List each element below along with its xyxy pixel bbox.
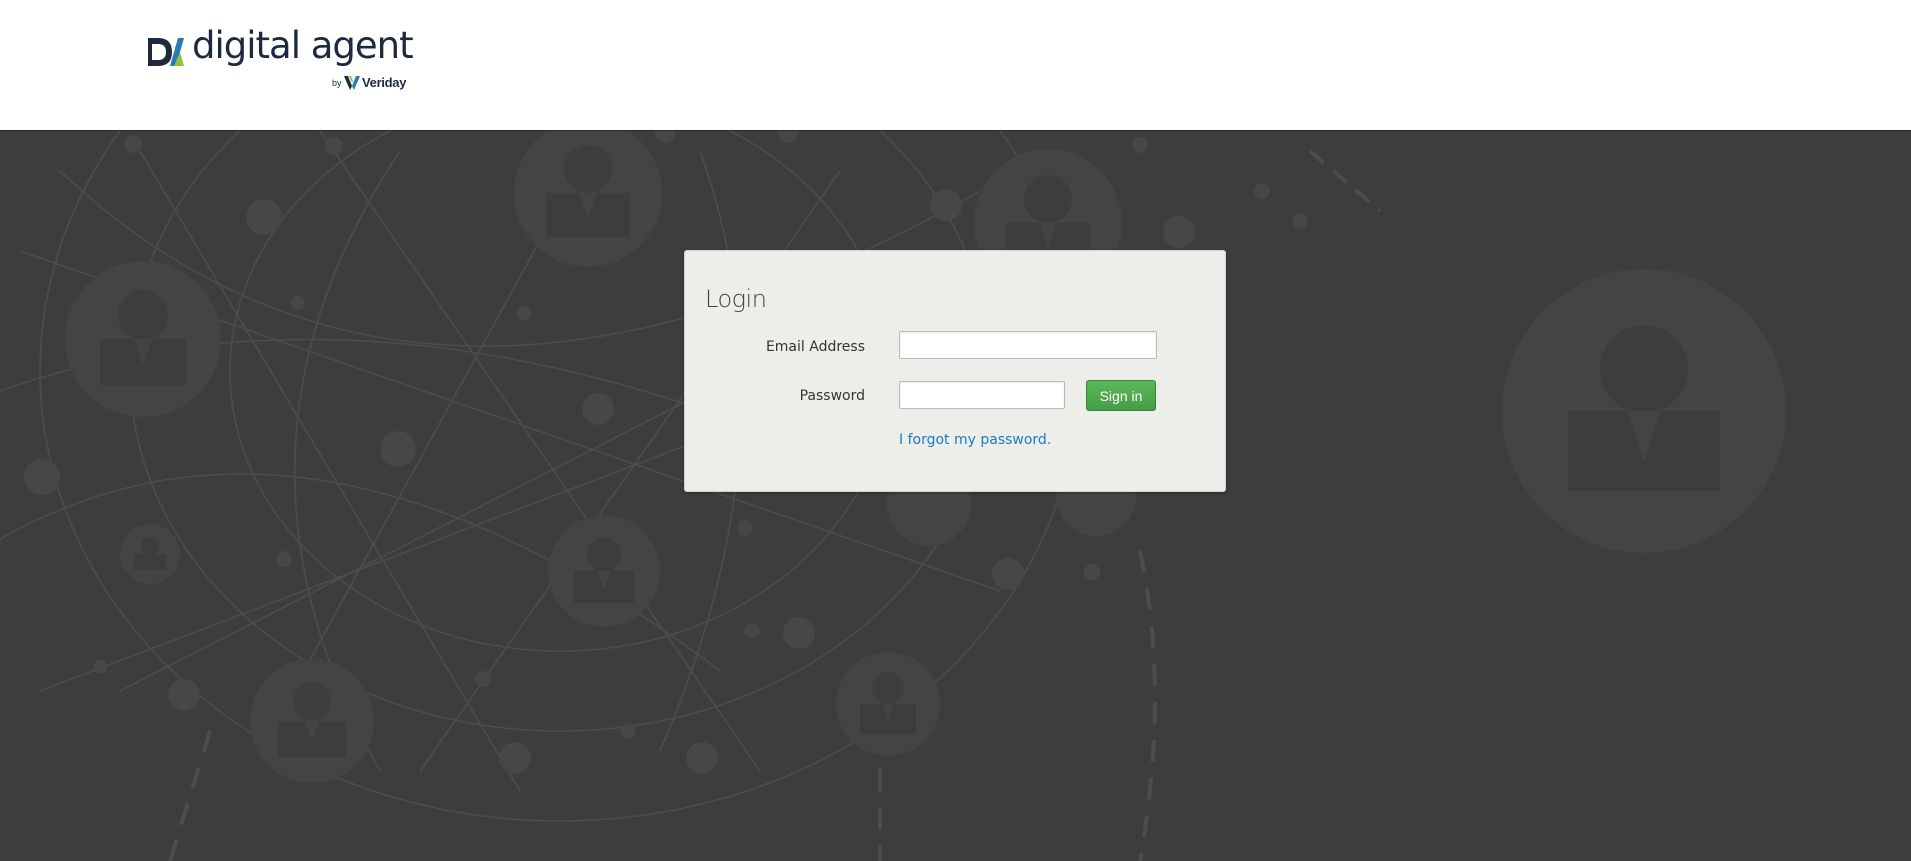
forgot-password-link[interactable]: I forgot my password.	[899, 432, 1051, 448]
login-panel: Login Email Address Password Sign in I f…	[684, 250, 1226, 492]
header: digital agent by Veriday	[0, 0, 1911, 131]
network-background-illustration	[0, 131, 1786, 861]
password-input[interactable]	[899, 381, 1065, 409]
veriday-v-icon	[344, 76, 360, 90]
brand-by: by	[332, 78, 342, 88]
email-input[interactable]	[899, 331, 1157, 359]
hero-background	[0, 131, 1911, 861]
password-label: Password	[799, 388, 865, 404]
email-label: Email Address	[765, 339, 865, 355]
brand-name: digital agent	[192, 24, 414, 67]
digital-agent-logo[interactable]: digital agent by Veriday	[146, 24, 416, 98]
login-title: Login	[705, 285, 767, 313]
brand-company: Veriday	[362, 75, 407, 90]
sign-in-button[interactable]: Sign in	[1086, 380, 1156, 411]
da-logo-mark-icon	[148, 38, 184, 66]
